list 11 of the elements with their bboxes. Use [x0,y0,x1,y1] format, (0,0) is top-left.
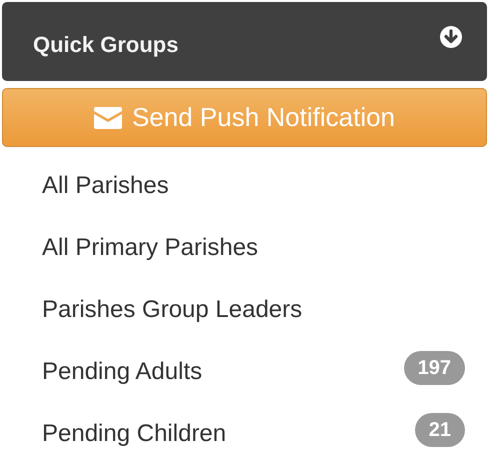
down-arrow-circle-icon[interactable] [440,26,462,48]
panel-title: Quick Groups [33,32,178,58]
group-item[interactable]: Pending Children [42,420,226,448]
group-item[interactable]: All Primary Parishes [42,234,258,262]
group-item[interactable]: Pending Adults [42,358,202,386]
group-item[interactable]: Parishes Group Leaders [42,296,302,324]
count-badge: 21 [414,413,465,447]
envelope-icon [94,106,122,128]
count-badge: 197 [404,351,465,385]
group-item[interactable]: All Parishes [42,172,169,200]
panel-header[interactable]: Quick Groups [2,2,487,81]
